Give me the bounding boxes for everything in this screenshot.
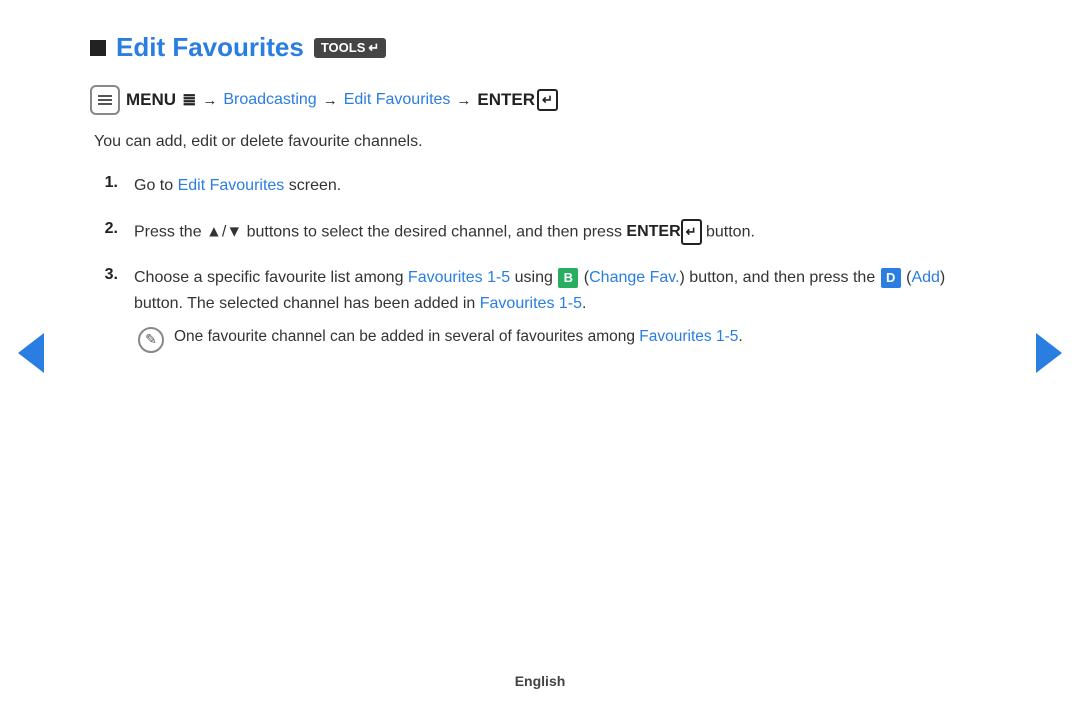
- description-text: You can add, edit or delete favourite ch…: [94, 133, 990, 151]
- tools-label: TOOLS: [321, 40, 366, 55]
- note-content: One favourite channel can be added in se…: [174, 325, 743, 350]
- next-page-button[interactable]: [1034, 328, 1064, 378]
- step-3-number: 3.: [94, 266, 118, 284]
- btn-green-b: B: [558, 268, 578, 288]
- note-text-after: .: [738, 328, 742, 345]
- step-3-link2: Change Fav.: [589, 269, 679, 286]
- enter-icon: ↵: [537, 89, 558, 111]
- step-2-enter-bold: ENTER↵: [626, 223, 701, 240]
- btn-blue-d: D: [881, 268, 901, 288]
- page-title: Edit Favourites: [116, 32, 304, 63]
- menu-hand-icon: [97, 92, 113, 108]
- step-1-content: Go to Edit Favourites screen.: [134, 173, 341, 199]
- step-3-link1: Favourites 1-5: [408, 269, 510, 286]
- breadcrumb-broadcasting: Broadcasting: [223, 91, 316, 109]
- step-1: 1. Go to Edit Favourites screen.: [94, 173, 990, 199]
- arrow-2: →: [323, 92, 338, 109]
- step-2: 2. Press the ▲/▼ buttons to select the d…: [94, 219, 990, 246]
- enter-label: ENTER: [477, 90, 535, 110]
- step-2-number: 2.: [94, 220, 118, 238]
- step-3-text-mid3: ) button, and then press the: [680, 269, 880, 286]
- enter-badge: ENTER↵: [477, 89, 558, 111]
- step-3-text-mid2: (: [579, 269, 589, 286]
- steps-list: 1. Go to Edit Favourites screen. 2. Pres…: [94, 173, 990, 353]
- note-box: ✎ One favourite channel can be added in …: [134, 325, 990, 353]
- note-icon-symbol: ✎: [145, 328, 157, 350]
- main-content: Edit Favourites TOOLS ↵ MENU ≣ → Broadca…: [0, 0, 1080, 663]
- step-2-text-after: button.: [702, 223, 755, 240]
- step-1-text-before: Go to: [134, 177, 178, 194]
- step-2-content: Press the ▲/▼ buttons to select the desi…: [134, 219, 755, 246]
- title-row: Edit Favourites TOOLS ↵: [90, 32, 990, 63]
- left-arrow-icon: [18, 333, 44, 373]
- step-3-text-mid4: (: [902, 269, 912, 286]
- title-square-icon: [90, 40, 106, 56]
- right-arrow-icon: [1036, 333, 1062, 373]
- step-3: 3. Choose a specific favourite list amon…: [94, 265, 990, 352]
- tools-icon: ↵: [368, 40, 379, 56]
- step-1-link: Edit Favourites: [178, 177, 285, 194]
- page-container: Edit Favourites TOOLS ↵ MENU ≣ → Broadca…: [0, 0, 1080, 705]
- step-3-link3: Add: [911, 269, 939, 286]
- footer: English: [0, 663, 1080, 705]
- step-3-link4: Favourites 1-5: [480, 295, 582, 312]
- step-3-content: Choose a specific favourite list among F…: [134, 265, 990, 352]
- menu-icon-box: [90, 85, 120, 115]
- breadcrumb-edit-favourites: Edit Favourites: [344, 91, 451, 109]
- menu-path-row: MENU ≣ → Broadcasting → Edit Favourites …: [90, 85, 990, 115]
- prev-page-button[interactable]: [16, 328, 46, 378]
- menu-grid-icon: ≣: [182, 90, 196, 110]
- arrow-1: →: [202, 92, 217, 109]
- tools-badge: TOOLS ↵: [314, 38, 386, 58]
- menu-label: MENU: [126, 90, 176, 110]
- step-3-text-mid1: using: [510, 269, 557, 286]
- arrow-3: →: [456, 92, 471, 109]
- step-1-number: 1.: [94, 174, 118, 192]
- enter-icon-2: ↵: [681, 219, 702, 246]
- step-3-text-end: .: [582, 295, 586, 312]
- step-1-text-after: screen.: [284, 177, 341, 194]
- step-2-text-before: Press the ▲/▼ buttons to select the desi…: [134, 223, 626, 240]
- note-text-before: One favourite channel can be added in se…: [174, 328, 639, 345]
- note-icon: ✎: [138, 327, 164, 353]
- note-link: Favourites 1-5: [639, 328, 738, 345]
- footer-language: English: [515, 673, 566, 689]
- step-3-text-before: Choose a specific favourite list among: [134, 269, 408, 286]
